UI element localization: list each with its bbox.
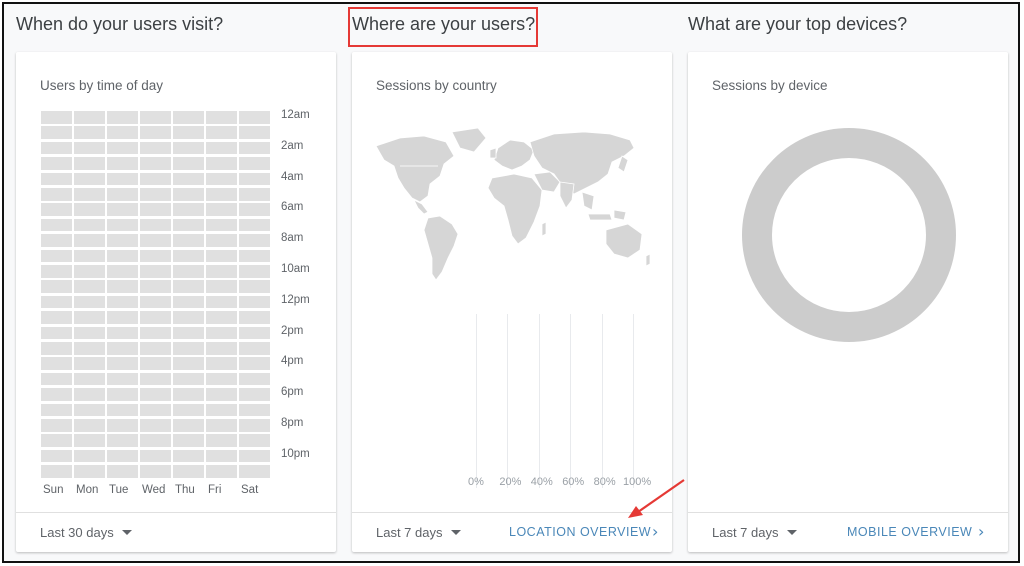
dashboard-frame: When do your users visit? Where are your… [2, 2, 1020, 563]
red-arrow-icon [628, 479, 685, 518]
